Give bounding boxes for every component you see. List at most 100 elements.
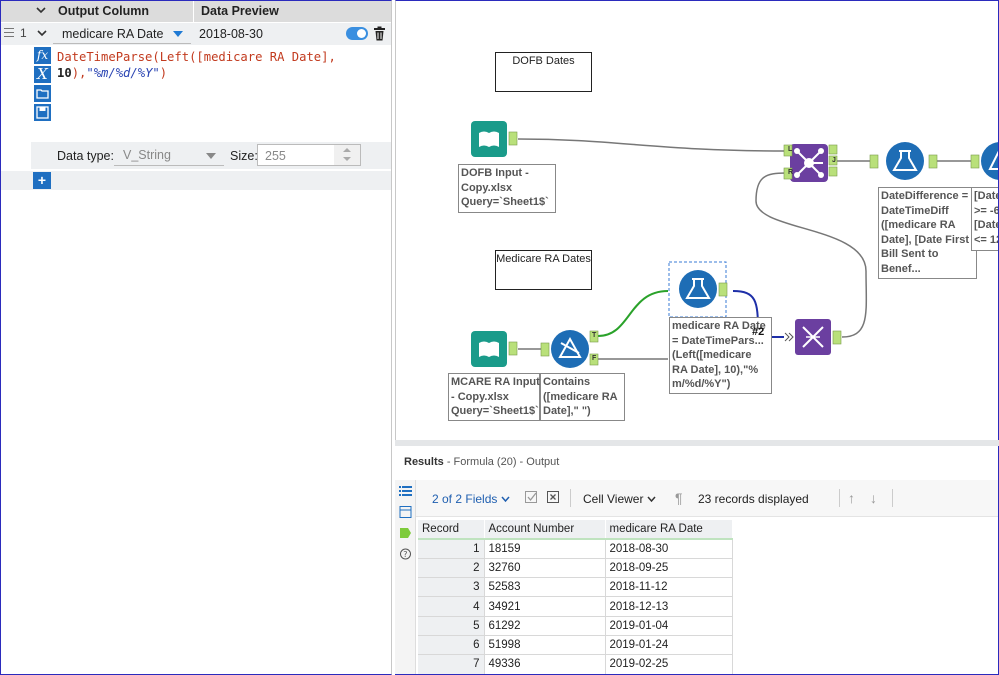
- collapse-all-chevron-icon[interactable]: [35, 4, 51, 18]
- data-type-row: Data type: V_String Size: 255: [31, 142, 391, 169]
- fields-selector-label: 2 of 2 Fields: [432, 492, 498, 506]
- record-number-cell[interactable]: 6: [418, 635, 485, 656]
- workflow-canvas[interactable]: L R J T F DOFB Dates Medicare RA Dates D…: [395, 0, 999, 440]
- table-view-icon[interactable]: [399, 506, 412, 518]
- medicare-ra-date-cell[interactable]: 2019-02-25: [605, 654, 733, 674]
- expression-editor[interactable]: DateTimeParse(Left([medicare RA Date], 1…: [57, 49, 377, 81]
- trash-icon[interactable]: [373, 26, 386, 41]
- deselect-icon[interactable]: [547, 491, 560, 504]
- arrow-up-icon[interactable]: ↑: [848, 490, 855, 506]
- fields-selector[interactable]: 2 of 2 Fields: [432, 492, 510, 506]
- dropdown-arrow-icon: [173, 31, 183, 37]
- dofb-input-annotation: DOFB Input - Copy.xlsx Query=`Sheet1$`: [458, 164, 556, 213]
- record-number-cell[interactable]: 2: [418, 558, 485, 579]
- medicare-ra-date-cell[interactable]: 2018-09-25: [605, 558, 733, 579]
- results-table: Record Account Number medicare RA Date 1…: [418, 520, 733, 674]
- size-input[interactable]: 255: [257, 144, 361, 166]
- column-header-medicare-ra-date[interactable]: medicare RA Date: [605, 520, 733, 540]
- table-header-row: Record Account Number medicare RA Date: [418, 520, 733, 540]
- svg-text:?: ?: [403, 550, 407, 559]
- toolbar-separator: [839, 489, 840, 507]
- paragraph-icon[interactable]: ¶: [675, 490, 683, 506]
- data-anchor-icon[interactable]: [399, 527, 412, 539]
- results-title: Results - Formula (20) - Output: [404, 456, 559, 468]
- filter-tool-partial[interactable]: [981, 142, 999, 180]
- anchor-label-join: J: [832, 157, 836, 164]
- data-preview-value: 2018-08-30: [199, 27, 263, 41]
- open-file-icon[interactable]: [34, 85, 51, 102]
- datediff-formula-tool[interactable]: [886, 142, 924, 180]
- table-row[interactable]: 4 34921 2018-12-13: [418, 596, 733, 617]
- table-row[interactable]: 1 18159 2018-08-30: [418, 539, 733, 559]
- account-number-cell[interactable]: 49336: [484, 654, 606, 674]
- expression-format-string: "%m/%d/%Y": [86, 66, 160, 80]
- account-number-cell[interactable]: 18159: [484, 539, 606, 559]
- column-header-record[interactable]: Record: [418, 520, 485, 540]
- table-row[interactable]: 6 51998 2019-01-24: [418, 635, 733, 656]
- add-formula-button[interactable]: +: [33, 172, 51, 189]
- results-subtitle: - Formula (20) - Output: [446, 456, 560, 468]
- anchor-label-false: F: [592, 355, 597, 362]
- connection-count-label: #2: [752, 326, 765, 338]
- account-number-cell[interactable]: 52583: [484, 577, 606, 598]
- record-number-cell[interactable]: 5: [418, 616, 485, 636]
- table-row[interactable]: 2 32760 2018-09-25: [418, 558, 733, 579]
- medicare-ra-date-cell[interactable]: 2018-11-12: [605, 577, 733, 598]
- size-spinner[interactable]: [334, 145, 360, 165]
- account-number-cell[interactable]: 61292: [484, 616, 606, 636]
- field-grid-header: Output Column Data Preview: [1, 1, 391, 22]
- table-row[interactable]: 3 52583 2018-11-12: [418, 577, 733, 598]
- account-number-cell[interactable]: 51998: [484, 635, 606, 656]
- account-number-cell[interactable]: 34921: [484, 596, 606, 617]
- arrow-down-icon[interactable]: ↓: [870, 490, 877, 506]
- record-number-cell[interactable]: 7: [418, 654, 485, 674]
- connection-dofb-to-join: [517, 138, 787, 152]
- connection-true-to-formula: [597, 290, 669, 337]
- dropdown-arrow-icon: [206, 153, 216, 159]
- table-row[interactable]: 5 61292 2019-01-04: [418, 616, 733, 636]
- results-toolbar: 2 of 2 Fields Cell Viewer ¶ 23 records d…: [416, 480, 998, 517]
- expand-row-chevron-icon[interactable]: [36, 27, 48, 42]
- comment-medicare-ra-dates[interactable]: Medicare RA Dates: [495, 250, 592, 290]
- record-number-cell[interactable]: 4: [418, 596, 485, 617]
- function-icon[interactable]: fx: [34, 47, 51, 64]
- anchor-label-right: R: [788, 169, 794, 176]
- formula-tool[interactable]: [679, 270, 717, 308]
- help-icon[interactable]: ?: [399, 548, 412, 560]
- book-icon: [479, 341, 499, 357]
- enable-toggle[interactable]: [346, 27, 368, 40]
- cell-viewer-selector[interactable]: Cell Viewer: [583, 492, 656, 506]
- book-icon: [479, 131, 499, 147]
- record-number-cell[interactable]: 3: [418, 577, 485, 598]
- medicare-ra-date-cell[interactable]: 2019-01-04: [605, 616, 733, 636]
- header-divider: [193, 1, 194, 22]
- dofb-output-anchor[interactable]: [508, 131, 518, 146]
- save-icon[interactable]: [34, 104, 51, 121]
- expression-number: 10: [57, 66, 72, 80]
- expression-line-1: DateTimeParse(Left([medicare RA Date],: [57, 50, 336, 64]
- record-number-cell[interactable]: 1: [418, 539, 485, 559]
- drag-handle-icon[interactable]: [4, 28, 14, 39]
- cell-viewer-label: Cell Viewer: [583, 492, 644, 506]
- row-number: 1: [20, 26, 27, 40]
- variable-icon[interactable]: X: [34, 66, 51, 83]
- account-number-cell[interactable]: 32760: [484, 558, 606, 579]
- data-type-label: Data type:: [57, 149, 114, 163]
- results-title-label: Results: [404, 456, 444, 468]
- medicare-ra-date-cell[interactable]: 2018-12-13: [605, 596, 733, 617]
- list-view-icon[interactable]: [399, 485, 412, 497]
- formula-row: 1 medicare RA Date 2018-08-30: [1, 23, 391, 45]
- data-type-select[interactable]: V_String: [114, 145, 224, 166]
- table-row[interactable]: 7 49336 2019-02-25: [418, 654, 733, 674]
- toolbar-separator: [892, 489, 893, 507]
- output-column-select[interactable]: medicare RA Date: [53, 24, 191, 44]
- output-column-header: Output Column: [58, 4, 149, 18]
- connection-select-to-join: [755, 172, 868, 338]
- chevron-down-icon: [501, 496, 510, 503]
- output-column-value: medicare RA Date: [62, 27, 164, 41]
- check-icon[interactable]: [525, 491, 538, 504]
- column-header-account-number[interactable]: Account Number: [484, 520, 606, 540]
- medicare-ra-date-cell[interactable]: 2019-01-24: [605, 635, 733, 656]
- medicare-ra-date-cell[interactable]: 2018-08-30: [605, 539, 733, 559]
- comment-dofb-dates[interactable]: DOFB Dates: [495, 52, 592, 92]
